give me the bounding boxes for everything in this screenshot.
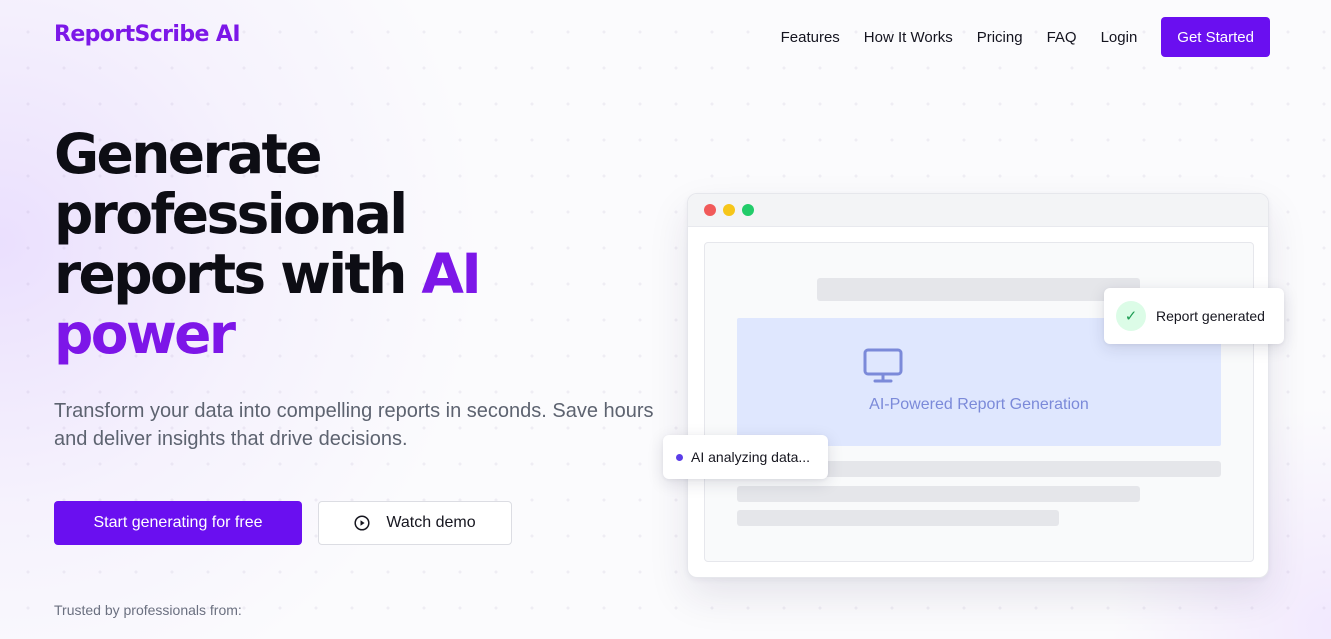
headline-line-3: reports with AI [54, 244, 654, 304]
report-generated-toast: ✓ Report generated [1104, 288, 1284, 344]
start-generating-button[interactable]: Start generating for free [54, 501, 302, 545]
window-maximize-dot [742, 204, 754, 216]
skeleton-title-bar [817, 278, 1140, 301]
hero-headline: Generate professional reports with AI po… [54, 124, 654, 364]
nav-link-how-it-works[interactable]: How It Works [864, 29, 953, 46]
app-mockup-window: AI-Powered Report Generation [687, 193, 1269, 578]
ai-analyzing-text: AI analyzing data... [691, 449, 811, 465]
window-minimize-dot [723, 204, 735, 216]
status-dot-icon [676, 453, 683, 461]
play-icon [354, 515, 370, 531]
watch-demo-label: Watch demo [386, 514, 476, 531]
watch-demo-button[interactable]: Watch demo [318, 501, 512, 545]
brand-logo[interactable]: ReportScribe AI [54, 22, 241, 47]
skeleton-line-3 [737, 510, 1059, 526]
check-icon: ✓ [1116, 301, 1146, 331]
headline-accent-ai: AI [421, 242, 481, 306]
skeleton-line-2 [737, 486, 1140, 502]
headline-line-1: Generate [54, 122, 323, 186]
get-started-button[interactable]: Get Started [1161, 17, 1270, 57]
nav-link-faq[interactable]: FAQ [1047, 29, 1077, 46]
report-generated-text: Report generated [1156, 308, 1265, 324]
mockup-title-bar [688, 194, 1268, 227]
nav-link-pricing[interactable]: Pricing [977, 29, 1023, 46]
headline-line-3-text: reports with [54, 242, 407, 306]
headline-line-2: professional [54, 182, 408, 246]
panel-label: AI-Powered Report Generation [869, 396, 1089, 413]
trusted-by-label: Trusted by professionals from: [54, 602, 242, 618]
monitor-icon [863, 348, 903, 383]
nav-link-features[interactable]: Features [781, 29, 840, 46]
headline-accent-power: power [54, 302, 236, 366]
ai-analyzing-toast: AI analyzing data... [663, 435, 828, 479]
window-close-dot [704, 204, 716, 216]
main-nav: Features How It Works Pricing FAQ Login … [781, 17, 1270, 57]
nav-link-login[interactable]: Login [1101, 29, 1138, 46]
hero-subtitle: Transform your data into compelling repo… [54, 400, 654, 450]
